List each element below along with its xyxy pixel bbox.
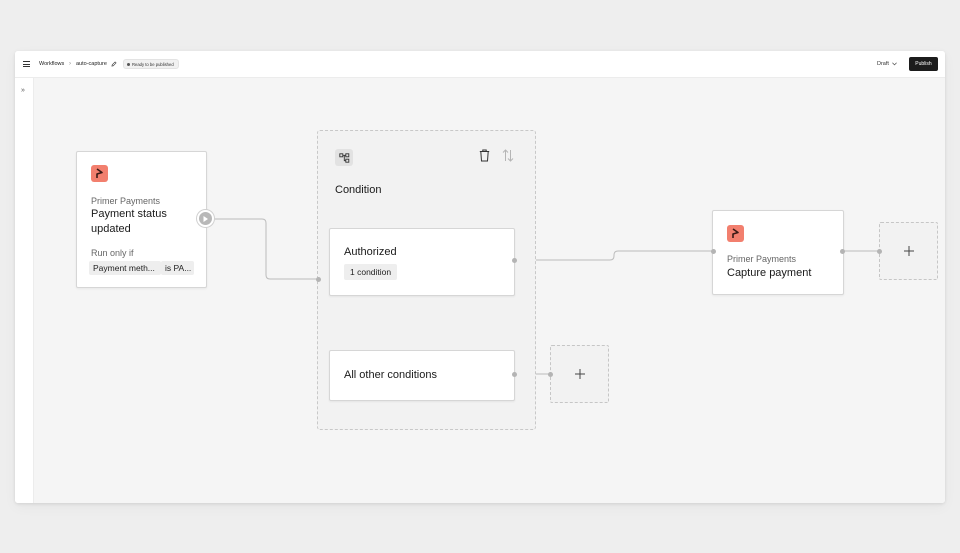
trigger-title-line1: Payment status xyxy=(91,208,167,220)
plus-icon xyxy=(574,369,585,379)
port-action-out xyxy=(840,249,845,254)
chevron-down-icon xyxy=(892,62,897,66)
workflow-name[interactable]: auto-capture xyxy=(76,60,107,68)
plus-icon xyxy=(903,246,914,256)
status-badge-label: Ready to be published xyxy=(132,61,174,67)
add-step-after-action-button[interactable] xyxy=(879,222,938,280)
app-window: Workflows › auto-capture Ready to be pub… xyxy=(15,51,945,503)
trash-icon[interactable] xyxy=(479,149,490,162)
status-badge: Ready to be published xyxy=(123,59,179,69)
add-step-other-button[interactable] xyxy=(550,345,609,403)
trigger-title-line2: updated xyxy=(91,223,131,235)
breadcrumb-separator: › xyxy=(69,61,71,67)
filter-field: Payment meth... xyxy=(93,263,155,273)
filter-value-chip[interactable]: is PA... xyxy=(161,261,194,275)
branch-icon xyxy=(335,149,353,166)
wire-authorized-to-action xyxy=(514,250,713,261)
swap-vertical-icon[interactable] xyxy=(502,149,514,162)
condition-count-label: 1 condition xyxy=(350,267,392,277)
version-select[interactable]: Draft xyxy=(874,58,900,70)
action-title: Capture payment xyxy=(727,267,812,279)
wire-trigger-to-condition xyxy=(214,218,318,280)
pencil-icon[interactable] xyxy=(111,61,117,67)
filter-field-chip[interactable]: Payment meth... xyxy=(89,261,161,275)
top-bar: Workflows › auto-capture Ready to be pub… xyxy=(15,51,945,78)
sidebar: » xyxy=(15,78,34,503)
branch-all-other[interactable]: All other conditions xyxy=(329,350,515,401)
port-action-in xyxy=(711,249,716,254)
trigger-provider: Primer Payments xyxy=(91,196,161,206)
trigger-node[interactable]: Primer Payments Payment status updated R… xyxy=(76,151,207,288)
port-add-in xyxy=(877,249,882,254)
workflow-canvas[interactable]: Primer Payments Payment status updated R… xyxy=(34,78,945,503)
play-icon[interactable] xyxy=(197,210,214,227)
action-provider: Primer Payments xyxy=(727,254,797,264)
run-only-if-label: Run only if xyxy=(91,248,134,258)
version-select-label: Draft xyxy=(877,61,889,67)
breadcrumb-workflows[interactable]: Workflows xyxy=(39,60,64,68)
port-add-other-in xyxy=(548,372,553,377)
condition-title: Condition xyxy=(335,184,382,196)
branch-authorized[interactable]: Authorized 1 condition xyxy=(329,228,515,296)
menu-icon[interactable] xyxy=(23,61,30,67)
condition-group: Condition Authorized 1 condition All oth… xyxy=(317,130,536,430)
filter-value: is PA... xyxy=(165,263,192,273)
status-dot-icon xyxy=(127,62,130,66)
primer-logo-icon xyxy=(91,165,108,182)
port-authorized-out xyxy=(512,258,517,263)
port-condition-in xyxy=(316,277,321,282)
branch-authorized-label: Authorized xyxy=(344,246,397,258)
condition-count-badge: 1 condition xyxy=(344,264,398,280)
action-node[interactable]: Primer Payments Capture payment xyxy=(712,210,844,295)
publish-button[interactable]: Publish xyxy=(909,57,938,71)
double-chevron-right-icon[interactable]: » xyxy=(21,87,25,94)
port-other-out xyxy=(512,372,517,377)
branch-all-other-label: All other conditions xyxy=(344,369,437,381)
primer-logo-icon xyxy=(727,225,744,242)
